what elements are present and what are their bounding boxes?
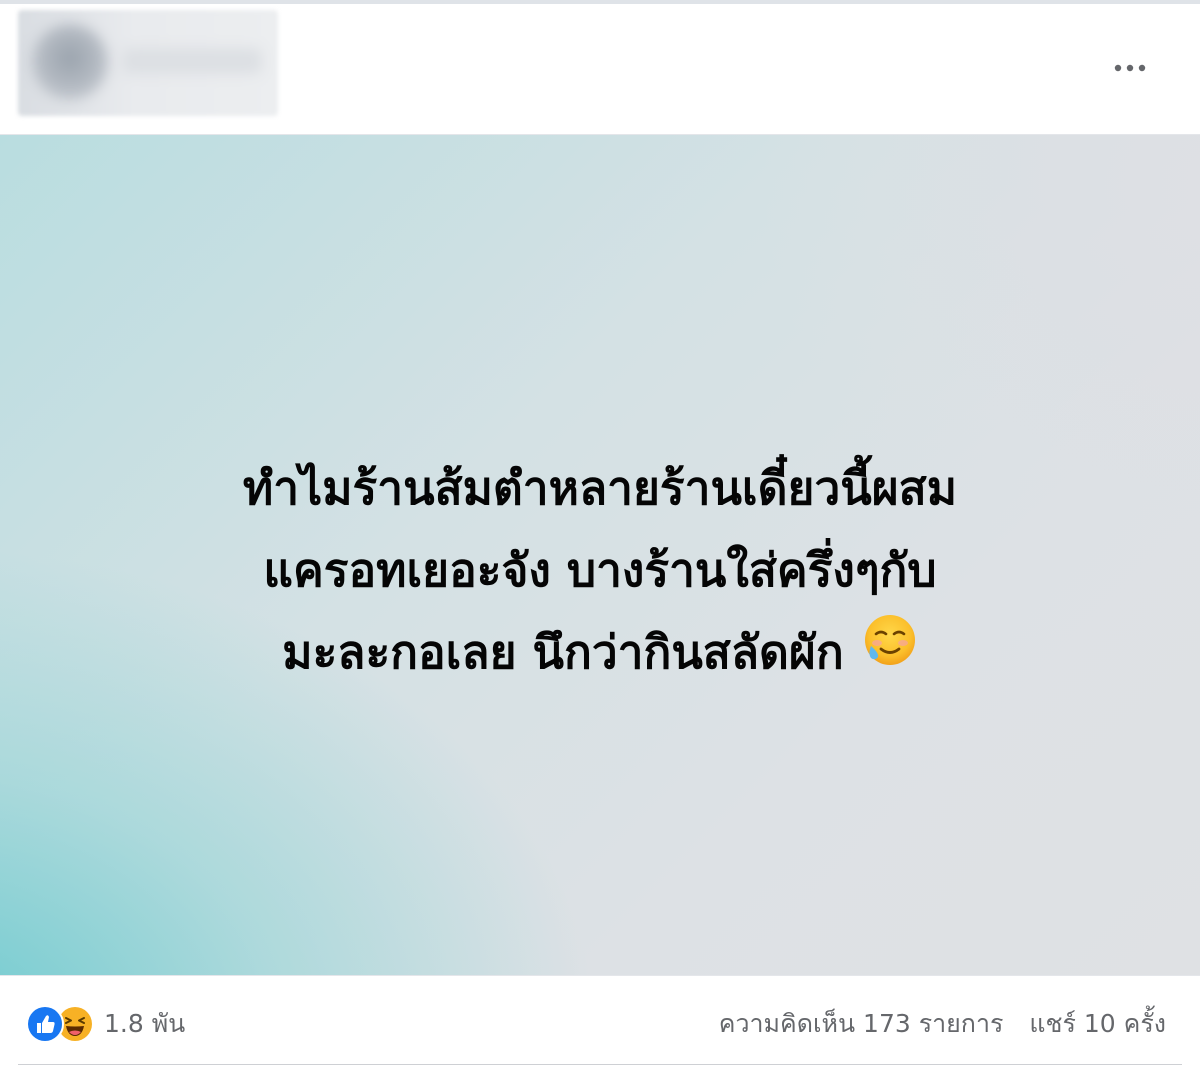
comments-count-link[interactable]: ความคิดเห็น 173 รายการ [719, 1004, 1004, 1044]
reactions-summary[interactable]: 1.8 พัน [26, 1005, 186, 1043]
avatar[interactable] [32, 24, 108, 100]
footer-divider [18, 1064, 1182, 1065]
reaction-count: 1.8 พัน [104, 1009, 186, 1038]
post-text-line: ทำไมร้านส้มตำหลายร้านเดี๋ยวนี้ผสม [242, 461, 958, 515]
post-stats: ความคิดเห็น 173 รายการ แชร์ 10 ครั้ง [719, 1006, 1166, 1042]
author-info-blurred[interactable] [18, 10, 278, 116]
post-header [0, 4, 1200, 134]
post-text-line: แครอทเยอะจัง บางร้านใส่ครึ่งๆกับ [263, 543, 937, 597]
post-card: ทำไมร้านส้มตำหลายร้านเดี๋ยวนี้ผสม แครอทเ… [0, 0, 1200, 1072]
post-text-line: มะละกอเลย นึกว่ากินสลัดผัก [60, 611, 1140, 697]
author-name[interactable] [122, 48, 262, 74]
more-horizontal-icon [1114, 64, 1146, 72]
post-text: ทำไมร้านส้มตำหลายร้านเดี๋ยวนี้ผสม แครอทเ… [60, 447, 1140, 697]
more-options-button[interactable] [1110, 50, 1150, 86]
post-footer: 1.8 พัน ความคิดเห็น 173 รายการ แชร์ 10 ค… [0, 976, 1200, 1068]
post-text-line-content: มะละกอเลย นึกว่ากินสลัดผัก [282, 625, 844, 679]
shares-count-link[interactable]: แชร์ 10 ครั้ง [1029, 1004, 1166, 1044]
post-background-text[interactable]: ทำไมร้านส้มตำหลายร้านเดี๋ยวนี้ผสม แครอทเ… [0, 134, 1200, 976]
like-icon [26, 1005, 64, 1043]
face-holding-back-tears-icon [862, 611, 918, 693]
